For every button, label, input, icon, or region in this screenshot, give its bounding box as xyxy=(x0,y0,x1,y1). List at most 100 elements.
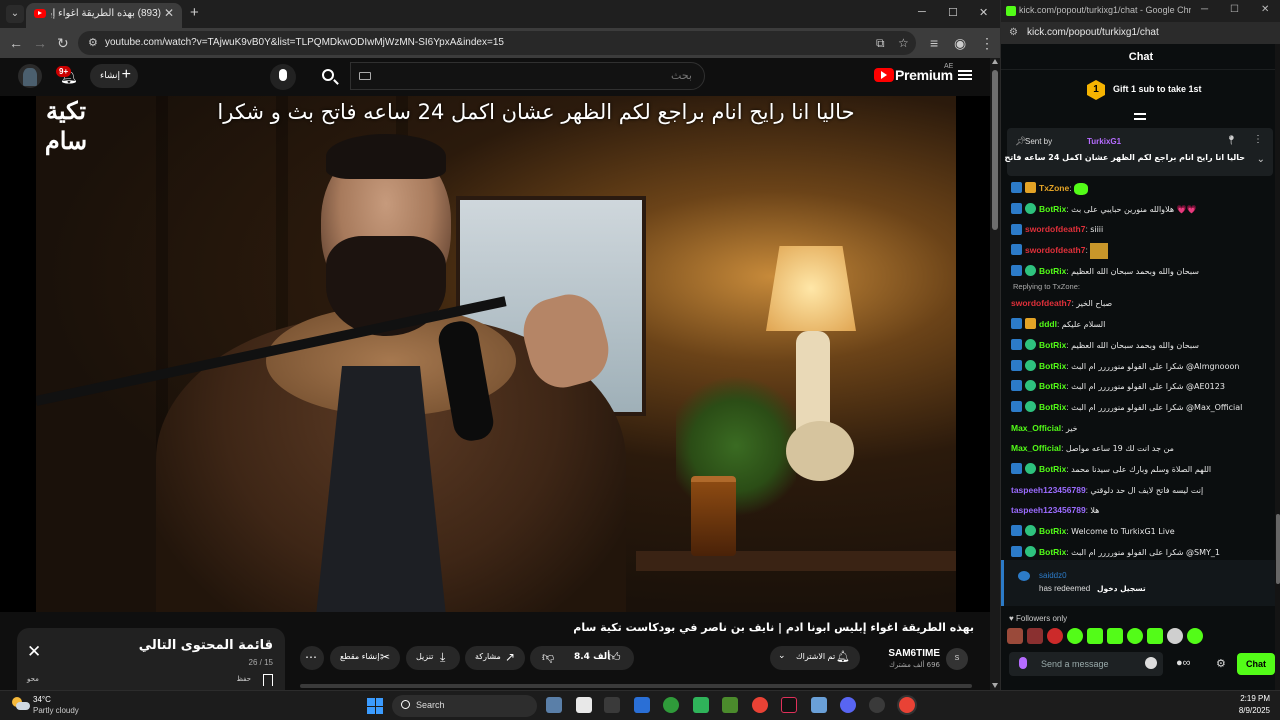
emote-8-icon[interactable] xyxy=(1147,628,1163,644)
maximize-icon[interactable]: ☐ xyxy=(1230,4,1239,15)
file-icon[interactable] xyxy=(576,697,592,713)
menu-icon[interactable]: ⋮ xyxy=(980,35,994,52)
chat-message[interactable]: BotRix: Welcome to TurkixG1 Live xyxy=(1001,521,1271,542)
chrome-icon[interactable] xyxy=(752,697,768,713)
chat-scrollbar-thumb[interactable] xyxy=(1276,514,1280,584)
subscribed-button[interactable]: 🔔︎ تم الاشتراك ⌄ xyxy=(770,646,860,670)
emote-1-icon[interactable] xyxy=(1007,628,1023,644)
like-count[interactable]: 8.4 ألف xyxy=(574,652,610,662)
profile-icon[interactable]: ◉ xyxy=(954,35,966,52)
emote-9-icon[interactable] xyxy=(1167,628,1183,644)
chat-message[interactable]: taspeeh123456789: هلا xyxy=(1001,500,1271,521)
xbox-icon[interactable] xyxy=(663,697,679,713)
keyboard-icon[interactable] xyxy=(359,72,371,80)
chat-username[interactable]: BotRix xyxy=(1039,361,1066,371)
emote-4-icon[interactable] xyxy=(1067,628,1083,644)
emote-10-icon[interactable] xyxy=(1187,628,1203,644)
new-tab-icon[interactable]: + xyxy=(190,4,199,21)
chat-username[interactable]: BotRix xyxy=(1039,204,1066,214)
download-button[interactable]: ⤓ تنزيل xyxy=(406,646,460,670)
expand-pinned-icon[interactable]: ⌄ xyxy=(1257,154,1265,165)
chat-username[interactable]: swordofdeath7 xyxy=(1025,224,1085,234)
close-window-icon[interactable]: ✕ xyxy=(1261,4,1269,15)
chat-username[interactable]: swordofdeath7 xyxy=(1011,298,1071,308)
chrome-active-icon[interactable] xyxy=(899,697,915,713)
chat-username[interactable]: swordofdeath7 xyxy=(1025,245,1085,255)
install-icon[interactable]: ⧉ xyxy=(876,36,885,51)
chat-username[interactable]: taspeeh123456789 xyxy=(1011,505,1086,515)
emote-5-icon[interactable] xyxy=(1087,628,1103,644)
collapse-pinned-icon[interactable] xyxy=(1134,113,1146,120)
search-box[interactable] xyxy=(350,62,705,90)
emote-3-icon[interactable] xyxy=(1047,628,1063,644)
channel-avatar[interactable]: S xyxy=(946,648,968,670)
channel-name[interactable]: SAM6TIME xyxy=(888,648,940,659)
gift-sub-banner[interactable]: 1 Gift 1 sub to take 1st xyxy=(1001,78,1280,104)
video-player[interactable]: تكية سام حاليا انا رايح انام براجع لكم ا… xyxy=(0,96,990,612)
chat-username[interactable]: BotRix xyxy=(1039,266,1066,276)
pinned-options-icon[interactable]: ⋮ xyxy=(1253,134,1263,145)
site-info-icon[interactable]: ⚙ xyxy=(88,36,98,49)
channel-points-icon[interactable]: ●∞ xyxy=(1176,657,1191,669)
pinned-sender[interactable]: TurkixG1 xyxy=(1087,137,1121,146)
chat-username[interactable]: BotRix xyxy=(1039,526,1066,536)
chat-username[interactable]: BotRix xyxy=(1039,340,1066,350)
chat-message[interactable]: taspeeh123456789: إنت ليسه فاتح لايف ال … xyxy=(1001,480,1271,501)
reply-header[interactable]: Replying to TxZone: xyxy=(1001,281,1271,293)
close-window-icon[interactable]: ✕ xyxy=(979,6,988,19)
chat-message[interactable]: Max_Official: خير xyxy=(1001,418,1271,439)
tab-search-button[interactable]: ⌄ xyxy=(6,5,24,23)
scroll-down-icon[interactable] xyxy=(992,683,998,688)
clock-time[interactable]: 2:19 PM xyxy=(1226,694,1270,703)
unpin-icon[interactable]: 📍︎ xyxy=(1226,135,1237,146)
account-avatar[interactable] xyxy=(18,64,42,88)
window-app-icon[interactable] xyxy=(634,697,650,713)
chat-username[interactable]: Max_Official xyxy=(1011,443,1061,453)
scroll-up-icon[interactable] xyxy=(992,59,998,64)
chat-username[interactable]: dddl xyxy=(1039,319,1057,329)
dislike-icon[interactable]: 👎︎ xyxy=(542,650,554,665)
obs-icon[interactable] xyxy=(869,697,885,713)
guide-menu-icon[interactable] xyxy=(958,70,972,80)
discord-icon[interactable] xyxy=(840,697,856,713)
site-info-icon[interactable]: ⚙ xyxy=(1009,27,1018,38)
create-button[interactable]: إنشاء + xyxy=(90,64,138,88)
chat-username[interactable]: BotRix xyxy=(1039,464,1066,474)
start-button[interactable] xyxy=(367,698,383,714)
chat-username[interactable]: Max_Official xyxy=(1011,423,1061,433)
maximize-icon[interactable]: ☐ xyxy=(948,6,958,19)
scrollbar-thumb[interactable] xyxy=(992,70,998,230)
chat-username[interactable]: BotRix xyxy=(1039,402,1066,412)
chat-message[interactable]: BotRix: شكرا على الفولو منورررر ام البث … xyxy=(1001,397,1271,418)
chat-username[interactable]: TxZone xyxy=(1039,183,1069,193)
chat-message[interactable]: BotRix: شكرا على الفولو منورررر ام البث … xyxy=(1001,356,1271,377)
emoji-picker-icon[interactable] xyxy=(1145,657,1157,669)
emote-6-icon[interactable] xyxy=(1107,628,1123,644)
close-playlist-icon[interactable]: ✕ xyxy=(27,642,41,662)
tiktok-icon[interactable] xyxy=(781,697,797,713)
search-input[interactable] xyxy=(392,69,692,82)
chat-message[interactable]: BotRix: سبحان والله وبحمد سبحان الله الع… xyxy=(1001,261,1271,282)
weather-icon[interactable] xyxy=(12,697,30,711)
youtube-tab[interactable]: (893) بهذه الطريقة اغواء إبليس ✕ xyxy=(26,3,182,28)
weather-condition[interactable]: Partly cloudy xyxy=(33,706,79,715)
clip-button[interactable]: ✂ إنشاء مقطع xyxy=(330,646,400,670)
chat-message[interactable]: BotRix: اللهم الصلاة وسلم وبارك على سيدن… xyxy=(1001,459,1271,480)
chat-username[interactable]: BotRix xyxy=(1039,547,1066,557)
minecraft-icon[interactable] xyxy=(722,697,738,713)
save-playlist-icon[interactable] xyxy=(263,674,273,686)
chat-message[interactable]: dddl: السلام عليكم xyxy=(1001,314,1271,335)
bookmark-star-icon[interactable]: ☆ xyxy=(898,36,909,50)
address-bar[interactable]: ⚙ youtube.com/watch?v=TAjwuK9vB0Y&list=T… xyxy=(78,31,916,55)
ibg-app-icon[interactable] xyxy=(604,697,620,713)
page-scrollbar[interactable] xyxy=(990,58,1000,690)
clock-date[interactable]: 8/9/2025 xyxy=(1226,706,1270,715)
chat-message[interactable]: BotRix: سبحان والله وبحمد سبحان الله الع… xyxy=(1001,335,1271,356)
emote-2-icon[interactable] xyxy=(1027,628,1043,644)
chat-message[interactable]: swordofdeath7: صباح الخير xyxy=(1001,293,1271,314)
back-icon[interactable]: ← xyxy=(9,35,23,51)
green-app-icon[interactable] xyxy=(693,697,709,713)
chat-message[interactable]: TxZone: xyxy=(1001,178,1271,199)
emote-7-icon[interactable] xyxy=(1127,628,1143,644)
chat-message[interactable]: swordofdeath7: siiii xyxy=(1001,219,1271,240)
